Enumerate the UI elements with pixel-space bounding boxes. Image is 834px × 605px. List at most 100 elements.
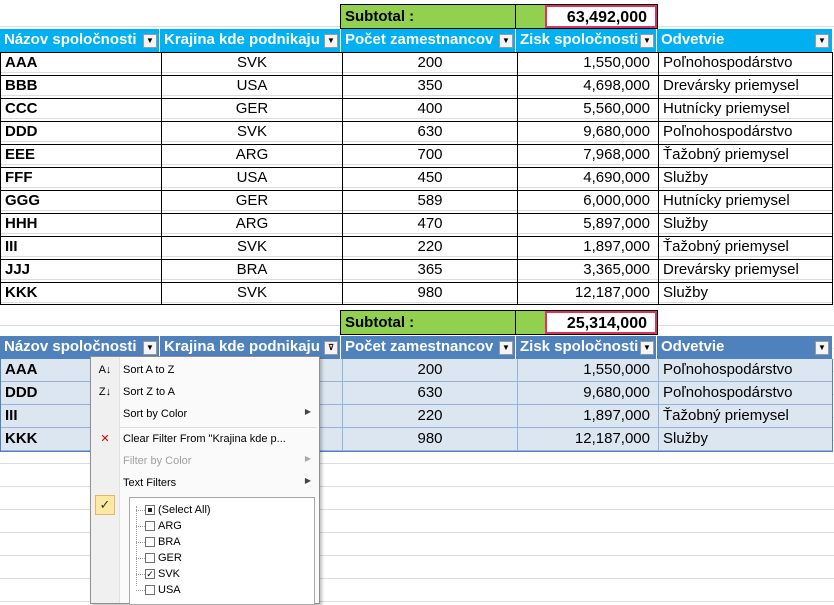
menu-item-sort-by-color[interactable]: Sort by Color ▶ <box>91 404 319 424</box>
menu-item-clear-filter[interactable]: ✕ Clear Filter From "Krajina kde p... <box>91 429 319 449</box>
cell-sector[interactable]: Služby <box>658 213 834 236</box>
cell-employees[interactable]: 220 <box>342 405 517 428</box>
cell-employees[interactable]: 630 <box>342 382 517 405</box>
cell-sector[interactable]: Služby <box>658 167 834 190</box>
cell-profit[interactable]: 1,550,000 <box>517 52 658 75</box>
cell-company[interactable]: BBB <box>1 75 161 98</box>
checkbox[interactable] <box>145 553 155 563</box>
cell-employees[interactable]: 589 <box>342 190 517 213</box>
cell-country[interactable]: ARG <box>161 144 342 167</box>
checklist-item[interactable]: GER <box>130 550 310 566</box>
checkbox[interactable] <box>145 585 155 595</box>
cell-sector[interactable]: Ťažobný priemysel <box>658 144 834 167</box>
cell-profit[interactable]: 12,187,000 <box>517 428 658 451</box>
cell-employees[interactable]: 700 <box>342 144 517 167</box>
cell-profit[interactable]: 5,560,000 <box>517 98 658 121</box>
cell-company[interactable]: KKK <box>1 282 161 305</box>
checklist-label: (Select All) <box>158 504 211 516</box>
filter-dropdown-icon[interactable]: ▼ <box>143 34 157 48</box>
submenu-arrow-icon: ▶ <box>304 476 311 485</box>
cell-country[interactable]: GER <box>161 190 342 213</box>
cell-company[interactable]: JJJ <box>1 259 161 282</box>
cell-profit[interactable]: 1,550,000 <box>517 359 658 382</box>
cell-country[interactable]: SVK <box>161 282 342 305</box>
cell-sector[interactable]: Poľnohospodárstvo <box>658 52 834 75</box>
cell-company[interactable]: DDD <box>1 121 161 144</box>
cell-profit[interactable]: 3,365,000 <box>517 259 658 282</box>
menu-item-sort-za[interactable]: Z↓ Sort Z to A <box>91 382 319 402</box>
cell-sector[interactable]: Hutnícky priemysel <box>658 98 834 121</box>
cell-company[interactable]: FFF <box>1 167 161 190</box>
filter-dropdown-icon[interactable]: ▼ <box>640 34 654 48</box>
cell-company[interactable]: III <box>1 236 161 259</box>
filter-dropdown-icon[interactable]: ▼ <box>815 341 829 355</box>
checklist-item[interactable]: USA <box>130 582 310 598</box>
checkbox[interactable] <box>145 521 155 531</box>
cell-profit[interactable]: 1,897,000 <box>517 405 658 428</box>
cell-employees[interactable]: 200 <box>342 52 517 75</box>
spreadsheet-grid: Subtotal : 63,492,000 Názov spoločnosti … <box>0 0 834 605</box>
cell-company[interactable]: EEE <box>1 144 161 167</box>
cell-sector[interactable]: Poľnohospodárstvo <box>658 359 834 382</box>
cell-country[interactable]: BRA <box>161 259 342 282</box>
cell-country[interactable]: SVK <box>161 52 342 75</box>
cell-country[interactable]: SVK <box>161 121 342 144</box>
checklist-item[interactable]: ARG <box>130 518 310 534</box>
menu-item-sort-az[interactable]: A↓ Sort A to Z <box>91 360 319 380</box>
header-label: Krajina kde podnikaju <box>164 31 320 48</box>
cell-profit[interactable]: 4,698,000 <box>517 75 658 98</box>
checklist-item[interactable]: BRA <box>130 534 310 550</box>
checkbox[interactable] <box>145 505 155 515</box>
cell-sector[interactable]: Hutnícky priemysel <box>658 190 834 213</box>
table-row: HHH ARG 470 5,897,000 Služby <box>1 213 832 237</box>
cell-country[interactable]: ARG <box>161 213 342 236</box>
cell-employees[interactable]: 350 <box>342 75 517 98</box>
filter-dropdown-icon[interactable]: ▼ <box>143 341 157 355</box>
cell-company[interactable]: CCC <box>1 98 161 121</box>
cell-country[interactable]: GER <box>161 98 342 121</box>
cell-sector[interactable]: Drevársky priemysel <box>658 259 834 282</box>
cell-country[interactable]: SVK <box>161 236 342 259</box>
cell-sector[interactable]: Služby <box>658 428 834 451</box>
filter-dropdown-icon[interactable]: ▼ <box>499 34 513 48</box>
cell-employees[interactable]: 630 <box>342 121 517 144</box>
cell-employees[interactable]: 470 <box>342 213 517 236</box>
cell-profit[interactable]: 9,680,000 <box>517 121 658 144</box>
cell-profit[interactable]: 6,000,000 <box>517 190 658 213</box>
header-label: Počet zamestnancov <box>345 338 494 355</box>
cell-company[interactable]: GGG <box>1 190 161 213</box>
checklist-item[interactable]: (Select All) <box>130 502 310 518</box>
checklist-item[interactable]: ✓ SVK <box>130 566 310 582</box>
cell-sector[interactable]: Poľnohospodárstvo <box>658 121 834 144</box>
cell-sector[interactable]: Ťažobný priemysel <box>658 405 834 428</box>
cell-profit[interactable]: 12,187,000 <box>517 282 658 305</box>
cell-company[interactable]: HHH <box>1 213 161 236</box>
cell-employees[interactable]: 980 <box>342 428 517 451</box>
checkbox[interactable]: ✓ <box>145 569 155 579</box>
cell-profit[interactable]: 7,968,000 <box>517 144 658 167</box>
cell-employees[interactable]: 220 <box>342 236 517 259</box>
cell-profit[interactable]: 5,897,000 <box>517 213 658 236</box>
filter-dropdown-icon[interactable]: ▼ <box>640 341 654 355</box>
cell-country[interactable]: USA <box>161 75 342 98</box>
cell-sector[interactable]: Drevársky priemysel <box>658 75 834 98</box>
cell-sector[interactable]: Poľnohospodárstvo <box>658 382 834 405</box>
filter-dropdown-icon[interactable]: ▼ <box>499 341 513 355</box>
cell-sector[interactable]: Služby <box>658 282 834 305</box>
cell-country[interactable]: USA <box>161 167 342 190</box>
cell-profit[interactable]: 4,690,000 <box>517 167 658 190</box>
cell-employees[interactable]: 450 <box>342 167 517 190</box>
filter-dropdown-icon[interactable]: ▼ <box>324 34 338 48</box>
cell-profit[interactable]: 1,897,000 <box>517 236 658 259</box>
cell-employees[interactable]: 980 <box>342 282 517 305</box>
cell-company[interactable]: AAA <box>1 52 161 75</box>
checkbox[interactable] <box>145 537 155 547</box>
cell-employees[interactable]: 200 <box>342 359 517 382</box>
menu-item-text-filters[interactable]: Text Filters ▶ <box>91 473 319 493</box>
cell-profit[interactable]: 9,680,000 <box>517 382 658 405</box>
cell-employees[interactable]: 400 <box>342 98 517 121</box>
filter-active-icon[interactable]: ⊽ <box>324 341 338 355</box>
cell-employees[interactable]: 365 <box>342 259 517 282</box>
cell-sector[interactable]: Ťažobný priemysel <box>658 236 834 259</box>
filter-dropdown-icon[interactable]: ▼ <box>815 34 829 48</box>
